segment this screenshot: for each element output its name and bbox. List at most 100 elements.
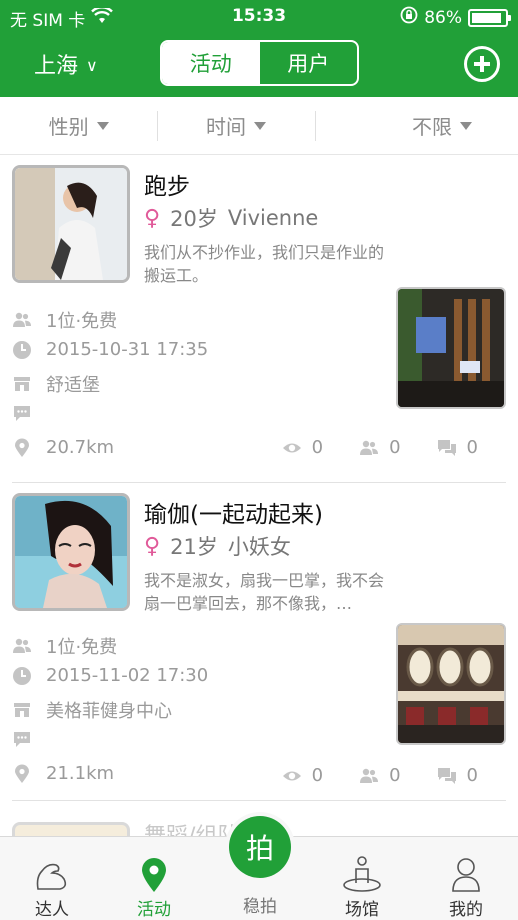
comments-count: 0 <box>466 437 478 458</box>
datetime-text: 2015-11-02 17:30 <box>46 665 209 686</box>
filter-time[interactable]: 时间 <box>157 97 314 154</box>
user-age: 21岁 <box>170 535 218 559</box>
tab-venues-label: 场馆 <box>345 900 379 920</box>
female-icon: ♀ <box>144 533 161 559</box>
views-stat: 0 <box>282 765 323 786</box>
comments-count: 0 <box>466 765 478 786</box>
venue-photo[interactable] <box>396 623 506 745</box>
chevron-down-icon: ∨ <box>86 55 98 75</box>
people-text: 1位·免费 <box>46 637 118 658</box>
tab-venues[interactable]: 场馆 <box>322 853 402 920</box>
card-stats: 0 0 0 <box>282 437 478 458</box>
chat-icon <box>437 438 457 458</box>
location-pin-icon <box>12 438 32 458</box>
views-stat: 0 <box>282 437 323 458</box>
group-icon <box>12 310 32 330</box>
joins-stat: 0 <box>359 437 401 458</box>
comments-stat: 0 <box>437 765 478 786</box>
segment-control: 活动 用户 <box>160 40 359 86</box>
filter-unlimited-label: 不限 <box>411 115 452 139</box>
chat-icon <box>437 766 457 786</box>
filter-gender[interactable]: 性别 <box>0 97 157 154</box>
battery-percent: 86% <box>424 7 462 28</box>
activity-title: 瑜伽(一起动起来) <box>144 502 323 528</box>
venue-text: 美格菲健身中心 <box>46 701 172 722</box>
city-label: 上海 <box>34 54 79 79</box>
card-stats: 0 0 0 <box>282 765 478 786</box>
joins-count: 0 <box>389 437 401 458</box>
activity-description: 我们从不抄作业，我们只是作业的搬运工。 <box>144 243 385 285</box>
city-selector[interactable]: 上海 ∨ <box>34 48 98 80</box>
user-age: 20岁 <box>170 207 218 231</box>
eye-icon <box>282 438 302 458</box>
eye-icon <box>282 766 302 786</box>
status-bar: 无 SIM 卡 15:33 86% <box>0 0 518 34</box>
filter-unlimited[interactable]: 不限 <box>314 97 518 154</box>
venue-photo[interactable] <box>396 287 506 409</box>
caret-down-icon <box>459 121 472 130</box>
distance-row: 21.1km <box>12 763 114 784</box>
user-icon <box>426 853 506 893</box>
tab-experts[interactable]: 达人 <box>12 853 92 920</box>
distance-row: 20.7km <box>12 437 114 458</box>
user-name: 小妖女 <box>227 535 291 559</box>
joins-count: 0 <box>389 765 401 786</box>
comments-stat: 0 <box>437 437 478 458</box>
activity-card[interactable]: 瑜伽(一起动起来) ♀ 21岁 小妖女 我不是淑女，扇我一巴掌，我不会扇一巴掌回… <box>0 483 518 811</box>
filter-bar: 性别 时间 不限 <box>0 97 518 155</box>
tab-activity[interactable]: 活动 <box>162 42 260 84</box>
store-icon <box>12 700 32 720</box>
datetime-text: 2015-10-31 17:35 <box>46 339 209 360</box>
filter-gender-label: 性别 <box>48 115 89 139</box>
caret-down-icon <box>96 121 109 130</box>
joins-stat: 0 <box>359 765 401 786</box>
activity-card[interactable]: 跑步 ♀ 20岁 Vivienne 我们从不抄作业，我们只是作业的搬运工。 1位… <box>0 155 518 483</box>
rotation-lock-icon <box>400 6 418 29</box>
location-pin-icon <box>114 853 194 893</box>
venue-person-icon <box>322 853 402 893</box>
battery-icon <box>468 8 511 27</box>
time-row: 2015-10-31 17:35 <box>12 339 208 360</box>
avatar[interactable] <box>12 493 130 611</box>
status-right-group: 86% <box>400 6 511 29</box>
tab-users[interactable]: 用户 <box>260 42 358 84</box>
distance-text: 20.7km <box>46 437 115 458</box>
tab-me[interactable]: 我的 <box>426 853 506 920</box>
message-icon <box>12 403 32 423</box>
people-row: 1位·免费 <box>12 633 117 659</box>
avatar[interactable] <box>12 165 130 283</box>
female-icon: ♀ <box>144 205 161 231</box>
tab-activity-label: 活动 <box>137 900 171 920</box>
views-count: 0 <box>311 437 324 458</box>
user-name: Vivienne <box>227 206 319 230</box>
views-count: 0 <box>311 765 324 786</box>
top-header: 无 SIM 卡 15:33 86% 上海 ∨ 活动 用户 <box>0 0 518 97</box>
shoot-button[interactable]: 拍 <box>229 816 291 878</box>
caret-down-icon <box>253 121 266 130</box>
activity-description: 我不是淑女，扇我一巴掌，我不会扇一巴掌回去，那不像我，… <box>144 571 385 613</box>
people-row: 1位·免费 <box>12 307 117 333</box>
tab-me-label: 我的 <box>449 900 483 920</box>
user-meta: ♀ 21岁 小妖女 <box>144 531 291 561</box>
comment-row <box>12 403 32 423</box>
flex-arm-icon <box>12 853 92 893</box>
user-meta: ♀ 20岁 Vivienne <box>144 203 318 233</box>
tab-shoot-label: 稳拍 <box>243 897 277 917</box>
venue-row: 舒适堡 <box>12 371 100 397</box>
group-icon <box>359 438 379 458</box>
clock-icon <box>12 666 32 686</box>
distance-text: 21.1km <box>46 763 115 784</box>
venue-row: 美格菲健身中心 <box>12 697 172 723</box>
tab-experts-label: 达人 <box>35 900 69 920</box>
location-pin-icon <box>12 764 32 784</box>
venue-text: 舒适堡 <box>46 375 100 396</box>
tab-activity-nav[interactable]: 活动 <box>114 853 194 920</box>
divider <box>12 800 506 801</box>
plus-circle-icon[interactable] <box>464 46 500 82</box>
group-icon <box>359 766 379 786</box>
message-icon <box>12 729 32 749</box>
comment-row <box>12 729 32 749</box>
filter-time-label: 时间 <box>205 115 246 139</box>
people-text: 1位·免费 <box>46 311 118 332</box>
store-icon <box>12 374 32 394</box>
